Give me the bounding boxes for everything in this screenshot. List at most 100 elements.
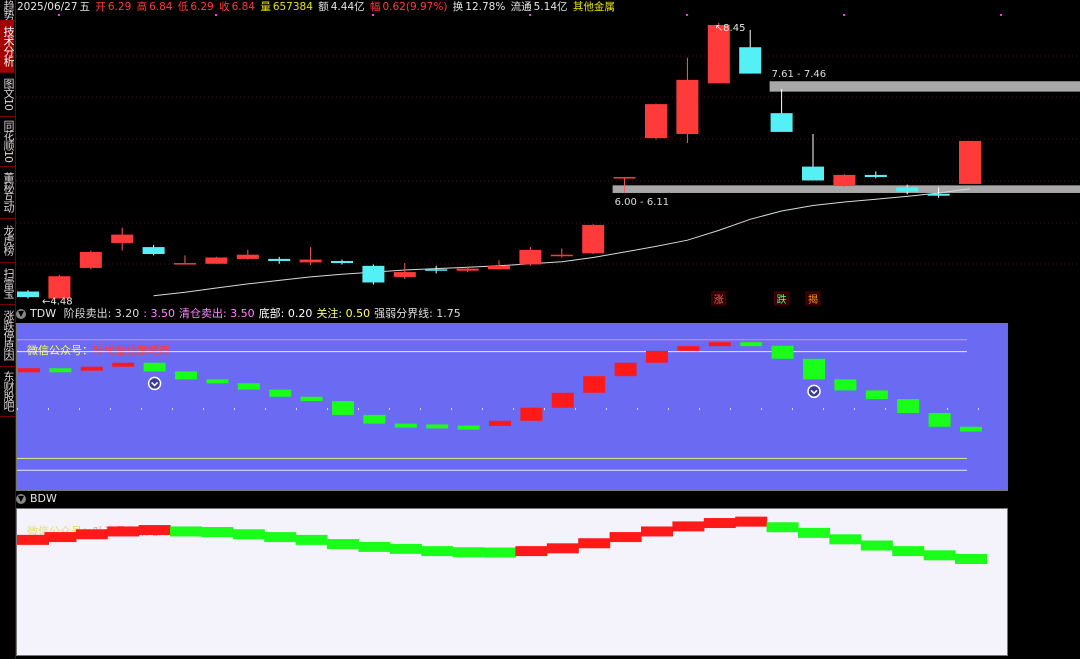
tdw-param-2: 清仓卖出: 3.50	[178, 307, 255, 320]
tdw-bar-up	[708, 342, 731, 347]
bdw-bar-up	[107, 526, 140, 537]
side-tab-divider	[0, 416, 15, 417]
tdw-param-1: : 3.50	[143, 307, 175, 320]
bdw-bar-up	[609, 532, 642, 543]
tdw-bar-down	[300, 396, 323, 402]
tdw-param-4: 关注: 0.50	[316, 307, 371, 320]
side-tab-0[interactable]: 趋势	[0, 0, 15, 20]
tdw-bar-down	[928, 412, 951, 427]
bdw-bar-up	[578, 538, 611, 549]
tdw-bar-up	[646, 350, 668, 363]
tdw-bar-down	[771, 345, 794, 359]
sector-link[interactable]: 其他金属	[573, 1, 615, 13]
tdw-bar-down	[457, 425, 480, 430]
tdw-bar-up	[677, 346, 700, 351]
tdw-bars	[17, 339, 1007, 471]
signal-circle-icon	[807, 384, 821, 399]
low-label: 低	[177, 1, 189, 13]
weekday-label: 五	[79, 1, 91, 13]
side-tab-1[interactable]: 技术分析	[0, 20, 15, 72]
collapse-icon[interactable]: ▼	[16, 494, 26, 504]
tdw-bar-down	[960, 426, 982, 432]
tdw-bar-up	[520, 407, 543, 421]
tdw-bar-up	[80, 366, 103, 371]
tdw-bar-down	[237, 383, 260, 390]
bdw-bar-down	[798, 527, 830, 538]
tdw-bar-down	[803, 358, 825, 380]
turnover-value: 12.78%	[465, 1, 506, 13]
bdw-bar-up	[672, 521, 705, 532]
bdw-bar-down	[766, 522, 799, 533]
candle-up	[676, 79, 699, 134]
time-tick-dot	[843, 14, 845, 16]
tdw-bar-down	[426, 424, 449, 429]
tdw-bar-down	[740, 342, 763, 347]
tdw-bar-down	[206, 379, 229, 384]
low-price-label: ←4.48	[42, 296, 73, 306]
candle-down	[17, 291, 39, 298]
candle-up	[550, 254, 573, 257]
candle-up	[613, 177, 636, 179]
zone-label: 6.00 - 6.11	[615, 197, 670, 208]
amount-label: 额	[318, 1, 329, 13]
bdw-bar-up	[44, 532, 77, 543]
tdw-bar-down	[394, 423, 417, 428]
candle-down	[331, 260, 353, 264]
side-tab-4[interactable]: 董秘互动	[0, 166, 15, 218]
tdw-bar-down	[834, 379, 857, 391]
bdw-bar-down	[892, 546, 925, 557]
candle-down	[362, 265, 385, 283]
candle-down	[864, 174, 887, 178]
bdw-title: BDW	[30, 492, 57, 505]
tdw-title: TDW	[30, 307, 57, 320]
tdw-indicator-panel[interactable]: 微信公众号：叶尚量化策略库	[16, 323, 1008, 491]
bdw-bar-down	[327, 539, 359, 550]
candle-up	[456, 268, 479, 271]
candle-up	[833, 174, 856, 187]
candle-up	[393, 272, 416, 277]
bdw-indicator-panel[interactable]: 微信公众号：叶尚量化策略库	[16, 508, 1008, 656]
side-tab-6[interactable]: 扫雷宝	[0, 262, 15, 304]
candlestick-chart[interactable]: 7.61 - 7.46 6.00 - 6.11 ↖8.45 ←4.48 涨 跌 揭	[16, 14, 1080, 306]
open-label: 开	[95, 1, 106, 13]
bdw-bar-up	[138, 525, 171, 536]
resistance-zone	[769, 81, 1080, 92]
bdw-bar-down	[923, 550, 956, 561]
candle-up	[48, 276, 71, 299]
candle-up	[645, 104, 667, 139]
bdw-bar-up	[703, 518, 736, 529]
quote-info-bar: 2025/06/27 五 开 6.29 高 6.84 低 6.29 收 6.84 量 657…	[17, 0, 1080, 14]
bdw-bar-down	[484, 547, 516, 558]
candle-up	[959, 140, 981, 184]
bdw-bar-up	[546, 543, 579, 554]
tdw-bar-up	[583, 376, 606, 393]
tdw-bar-down	[865, 390, 888, 400]
resistance-zone	[612, 185, 1080, 193]
side-tab-5[interactable]: 龙虎榜	[0, 218, 15, 262]
side-tab-2[interactable]: 图文10	[0, 72, 15, 116]
side-tab-7[interactable]: 涨跌停原因	[0, 304, 15, 366]
time-tick-dot	[372, 14, 374, 16]
bdw-header: ▼ BDW	[16, 491, 57, 507]
volume-value: 657384	[272, 1, 313, 13]
bdw-bar-down	[421, 546, 454, 557]
candle-down	[927, 193, 950, 196]
collapse-icon[interactable]: ▼	[16, 309, 26, 319]
open-value: 6.29	[107, 1, 132, 13]
side-tab-3[interactable]: 同花顺10	[0, 116, 15, 166]
tdw-param-5: 强弱分界线: 1.75	[374, 307, 461, 320]
bdw-bar-down	[829, 534, 862, 545]
change-value: 0.62(9.97%)	[382, 1, 448, 13]
tdw-bar-up	[614, 362, 637, 377]
side-tab-8[interactable]: 东财股吧	[0, 366, 15, 416]
tdw-bar-down	[49, 368, 72, 373]
tdw-params: 阶段卖出: 3.20: 3.50 清仓卖出: 3.50 底部: 0.20 关注: 0.…	[60, 307, 461, 320]
candle-down	[802, 166, 824, 181]
signal-marker: 涨	[714, 294, 724, 306]
bdw-bar-down	[389, 543, 422, 554]
tdw-bar-down	[143, 362, 166, 372]
bdw-bar-up	[17, 534, 49, 545]
time-tick-dot	[686, 14, 688, 16]
bdw-bar-up	[641, 526, 673, 537]
bdw-bars	[17, 516, 987, 564]
